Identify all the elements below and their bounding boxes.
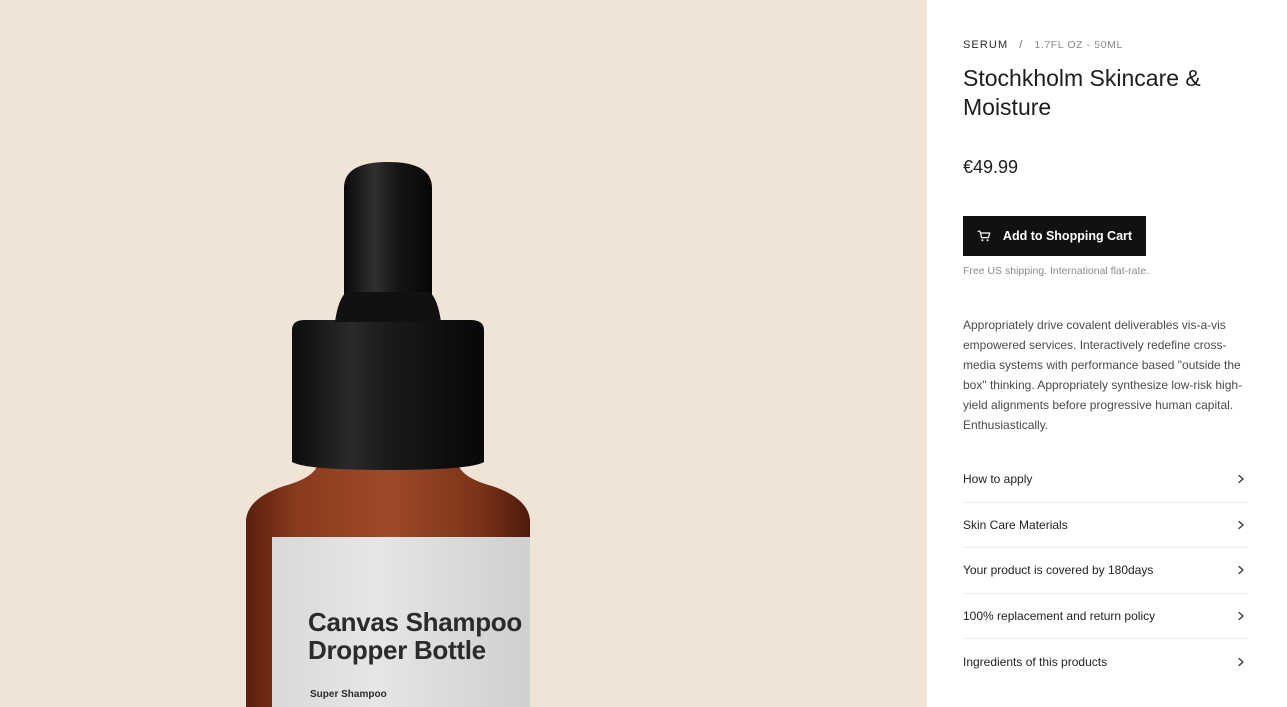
product-image: Canvas Shampoo Dropper Bottle Super Sham… — [0, 0, 927, 707]
add-to-cart-label: Add to Shopping Cart — [1002, 229, 1133, 243]
info-accordion: How to apply Skin Care Materials Your pr… — [963, 457, 1248, 685]
accordion-label: Skin Care Materials — [963, 517, 1068, 532]
accordion-coverage[interactable]: Your product is covered by 180days — [963, 548, 1248, 594]
chevron-right-icon — [1234, 518, 1248, 532]
product-size: 1.7FL OZ - 50ML — [1034, 39, 1123, 51]
product-description: Appropriately drive covalent deliverable… — [963, 318, 1243, 432]
product-price: €49.99 — [963, 157, 1019, 177]
bottle-label-title: Canvas Shampoo Dropper Bottle — [308, 607, 522, 665]
accordion-ingredients[interactable]: Ingredients of this products — [963, 639, 1248, 685]
product-category: SERUM — [963, 39, 1009, 51]
accordion-skin-care-materials[interactable]: Skin Care Materials — [963, 503, 1248, 548]
accordion-label: 100% replacement and return policy — [963, 608, 1156, 623]
accordion-how-to-apply[interactable]: How to apply — [963, 457, 1248, 503]
chevron-right-icon — [1234, 472, 1248, 486]
chevron-right-icon — [1234, 609, 1248, 623]
bottle-label-subtitle: Super Shampoo — [310, 689, 387, 700]
accordion-label: How to apply — [963, 472, 1033, 487]
cart-icon — [977, 230, 991, 242]
product-details-panel: SERUM / 1.7FL OZ - 50ML Stochkholm Skinc… — [927, 0, 1287, 707]
chevron-right-icon — [1234, 655, 1248, 669]
chevron-right-icon — [1234, 563, 1248, 577]
meta-separator: / — [1019, 39, 1024, 51]
product-title: Stochkholm Skincare & Moisture — [963, 65, 1201, 120]
product-meta: SERUM / 1.7FL OZ - 50ML — [963, 39, 1123, 51]
accordion-return-policy[interactable]: 100% replacement and return policy — [963, 594, 1248, 639]
dropper-bottle-image — [246, 162, 530, 707]
accordion-label: Your product is covered by 180days — [963, 563, 1154, 578]
add-to-cart-button[interactable]: Add to Shopping Cart — [963, 216, 1146, 256]
accordion-label: Ingredients of this products — [963, 654, 1108, 669]
shipping-note: Free US shipping. International flat-rat… — [963, 265, 1150, 277]
